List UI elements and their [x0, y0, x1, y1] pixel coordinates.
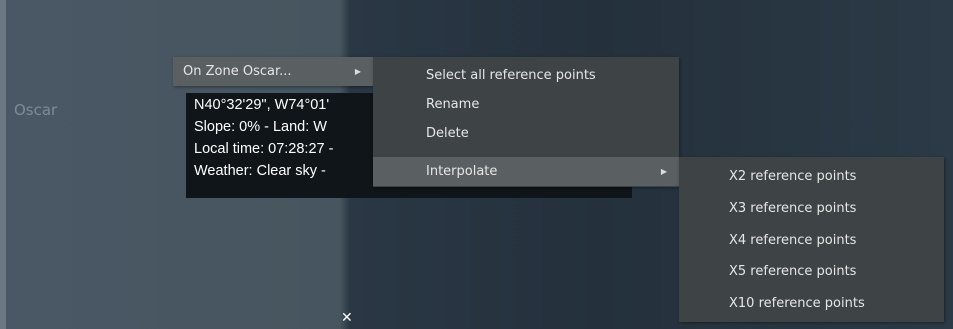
menu-item-label: On Zone Oscar...: [183, 64, 292, 79]
interpolate-submenu: X2 reference points X3 reference points …: [679, 157, 944, 322]
menu-item-select-all-reference-points[interactable]: Select all reference points: [373, 61, 679, 90]
menu-item-rename[interactable]: Rename: [373, 90, 679, 119]
menu-item-label: X5 reference points: [729, 264, 857, 279]
close-icon[interactable]: ✕: [341, 311, 353, 325]
menu-item-interpolate[interactable]: Interpolate ▶: [373, 157, 679, 186]
menu-item-on-zone-oscar[interactable]: On Zone Oscar... ▶: [173, 57, 373, 86]
menu-item-label: X3 reference points: [729, 201, 857, 216]
zone-context-menu: On Zone Oscar... ▶: [173, 57, 373, 86]
menu-item-label: X4 reference points: [729, 233, 857, 248]
weather-text: Weather: Clear sky -: [194, 163, 326, 179]
menu-item-x3-reference-points[interactable]: X3 reference points: [679, 194, 944, 223]
menu-item-label: Select all reference points: [426, 68, 596, 83]
menu-item-x2-reference-points[interactable]: X2 reference points: [679, 162, 944, 191]
menu-item-label: Rename: [426, 97, 480, 112]
menu-item-x5-reference-points[interactable]: X5 reference points: [679, 257, 944, 286]
submenu-arrow-icon: ▶: [660, 167, 667, 176]
zone-actions-menu: Select all reference points Rename Delet…: [373, 57, 679, 187]
menu-item-x10-reference-points[interactable]: X10 reference points: [679, 289, 944, 318]
slope-land-text: Slope: 0% - Land: W: [194, 119, 327, 135]
menu-item-label: X2 reference points: [729, 169, 857, 184]
coordinates-text: N40°32'29", W74°01': [194, 97, 330, 113]
submenu-arrow-icon: ▶: [354, 67, 361, 76]
zone-label-oscar[interactable]: Oscar: [14, 101, 57, 119]
menu-item-label: X10 reference points: [729, 296, 865, 311]
menu-item-label: Delete: [426, 126, 469, 141]
menu-item-x4-reference-points[interactable]: X4 reference points: [679, 226, 944, 255]
local-time-text: Local time: 07:28:27 -: [194, 141, 334, 157]
map-left-edge: [0, 0, 6, 329]
menu-item-label: Interpolate: [426, 164, 498, 179]
menu-item-delete[interactable]: Delete: [373, 119, 679, 148]
